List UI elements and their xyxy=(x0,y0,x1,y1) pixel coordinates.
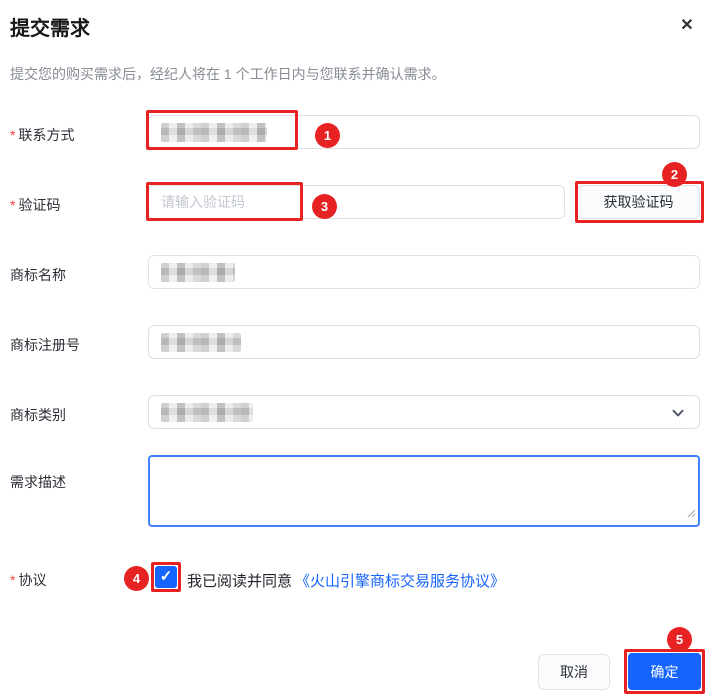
annotation-badge-5: 5 xyxy=(667,627,692,652)
redacted-trademark-name-value xyxy=(161,262,235,282)
resize-handle[interactable] xyxy=(686,505,696,523)
field-label-description: 需求描述 xyxy=(10,474,66,490)
description-textarea[interactable] xyxy=(148,455,700,527)
annotation-badge-2: 2 xyxy=(662,162,687,187)
trademark-name-input[interactable] xyxy=(148,255,700,289)
agreement-link[interactable]: 《火山引擎商标交易服务协议》 xyxy=(295,570,505,591)
field-label-registration-number: 商标注册号 xyxy=(10,337,80,353)
dialog-title: 提交需求 xyxy=(10,18,90,40)
field-label-category: 商标类别 xyxy=(10,407,66,423)
required-mark: * xyxy=(10,197,16,213)
cancel-button[interactable]: 取消 xyxy=(538,654,610,690)
category-select[interactable] xyxy=(148,395,700,429)
field-label-code: * 验证码 xyxy=(10,197,61,213)
redacted-contact-value xyxy=(161,122,267,142)
redacted-registration-number-value xyxy=(161,332,241,352)
get-code-button[interactable]: 获取验证码 xyxy=(577,185,700,219)
confirm-button[interactable]: 确定 xyxy=(628,653,701,690)
chevron-down-icon xyxy=(671,406,685,425)
registration-number-input[interactable] xyxy=(148,325,700,359)
annotation-badge-4: 4 xyxy=(124,566,149,591)
submit-request-dialog: 提交需求 ✕ 提交您的购买需求后，经纪人将在 1 个工作日内与您联系并确认需求。… xyxy=(0,0,713,697)
contact-input[interactable] xyxy=(148,115,700,149)
field-label-trademark-name: 商标名称 xyxy=(10,267,66,283)
redacted-category-value xyxy=(161,402,253,422)
code-input[interactable]: 请输入验证码 xyxy=(148,185,565,219)
required-mark: * xyxy=(10,572,16,588)
agreement-checkbox[interactable]: ✓ xyxy=(155,566,177,588)
agreement-text: 我已阅读并同意 xyxy=(187,573,293,590)
required-mark: * xyxy=(10,127,16,143)
field-label-contact: * 联系方式 xyxy=(10,127,75,143)
close-icon[interactable]: ✕ xyxy=(674,13,700,39)
dialog-subtitle: 提交您的购买需求后，经纪人将在 1 个工作日内与您联系并确认需求。 xyxy=(10,66,446,82)
code-input-placeholder: 请输入验证码 xyxy=(161,194,245,210)
field-label-agreement: * 协议 xyxy=(10,572,47,588)
